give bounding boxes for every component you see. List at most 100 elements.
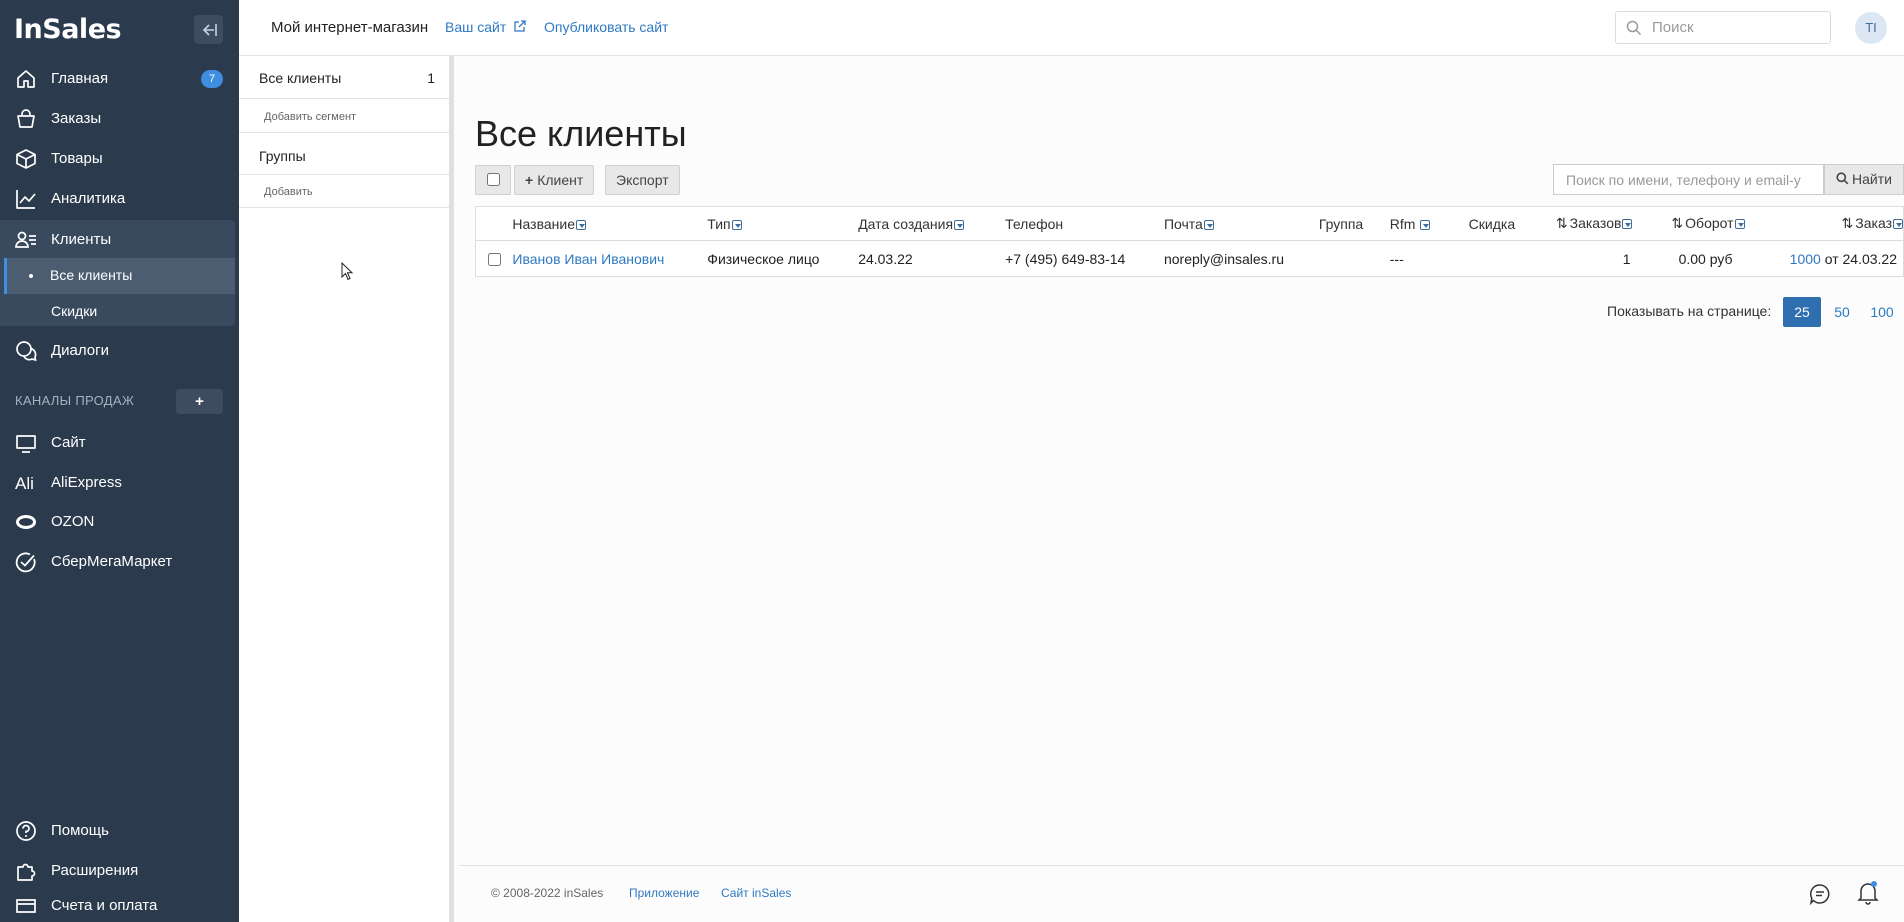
sidebar-item-site[interactable]: Сайт bbox=[0, 423, 239, 461]
row-checkbox[interactable] bbox=[487, 253, 501, 267]
chart-icon bbox=[16, 190, 36, 209]
sidebar-item-orders[interactable]: Заказы bbox=[0, 99, 239, 137]
segments-panel: Все клиенты 1 Добавить сегмент Группы До… bbox=[239, 56, 454, 922]
col-type-label: Тип bbox=[707, 215, 731, 232]
copyright: © 2008-2022 inSales bbox=[491, 886, 604, 900]
segment-label: Все клиенты bbox=[259, 70, 342, 86]
sidebar-item-analytics[interactable]: Аналитика bbox=[0, 179, 239, 217]
sidebar-item-clients[interactable]: Клиенты bbox=[0, 220, 235, 258]
bell-icon[interactable] bbox=[1857, 881, 1879, 905]
chat-icon[interactable] bbox=[1809, 883, 1831, 905]
cell-orders: 1 bbox=[1622, 250, 1631, 267]
add-group-link[interactable]: Добавить bbox=[264, 186, 313, 198]
sidebar-item-extensions[interactable]: Расширения bbox=[0, 851, 239, 889]
sidebar-item-help[interactable]: Помощь bbox=[0, 811, 239, 849]
collapse-left-icon bbox=[202, 23, 217, 36]
col-created[interactable]: Дата создания bbox=[858, 206, 1006, 241]
sidebar-item-label: Заказы bbox=[51, 109, 102, 127]
client-search-input[interactable] bbox=[1564, 171, 1814, 189]
sidebar-subitem-all-clients[interactable]: Все клиенты bbox=[4, 258, 235, 294]
add-client-label: Клиент bbox=[537, 172, 584, 188]
bag-icon bbox=[17, 109, 35, 128]
sidebar-item-dialogs[interactable]: Диалоги bbox=[0, 331, 239, 369]
cell-phone: +7 (495) 649-83-14 bbox=[1005, 250, 1126, 267]
insales-site-link[interactable]: Сайт inSales bbox=[721, 886, 791, 900]
col-orders-label: Заказов bbox=[1569, 215, 1622, 231]
client-name-link[interactable]: Иванов Иван Иванович bbox=[512, 251, 664, 267]
export-button[interactable]: Экспорт bbox=[605, 165, 680, 195]
col-type[interactable]: Тип bbox=[707, 206, 859, 241]
col-phone: Телефон bbox=[1005, 206, 1164, 241]
sidebar-subitem-label: Все клиенты bbox=[50, 267, 133, 283]
sidebar-subitem-label: Скидки bbox=[51, 303, 98, 319]
dropdown-icon[interactable] bbox=[1893, 219, 1903, 230]
col-email-label: Почта bbox=[1163, 215, 1203, 232]
cell-rfm: --- bbox=[1389, 250, 1404, 267]
sidebar-item-aliexpress[interactable]: Ali AliExpress bbox=[0, 463, 239, 501]
row-select-cell bbox=[476, 241, 513, 277]
sidebar-item-billing[interactable]: Счета и оплата bbox=[0, 891, 239, 922]
active-dot bbox=[29, 274, 33, 278]
groups-header: Группы bbox=[239, 133, 449, 175]
select-all-checkbox[interactable] bbox=[487, 173, 500, 186]
col-order[interactable]: ⇅ Заказ bbox=[1744, 206, 1904, 241]
dropdown-icon[interactable] bbox=[1734, 219, 1745, 230]
sidebar-item-label: Клиенты bbox=[51, 230, 112, 248]
svg-text:Ali: Ali bbox=[15, 474, 34, 493]
your-site-link[interactable]: Ваш сайт bbox=[445, 19, 526, 35]
app-link[interactable]: Приложение bbox=[629, 886, 699, 900]
col-discount-label: Скидка bbox=[1468, 215, 1516, 232]
dropdown-icon[interactable] bbox=[1420, 219, 1431, 230]
dropdown-icon[interactable] bbox=[1203, 219, 1214, 230]
sidebar: InSales Главная 7 Заказы Товары Аналитик… bbox=[0, 0, 239, 922]
chat-icon bbox=[16, 341, 37, 362]
col-group: Группа bbox=[1318, 206, 1390, 241]
col-orders[interactable]: ⇅ Заказов ⇅ Оборот bbox=[1546, 206, 1745, 241]
dropdown-icon[interactable] bbox=[575, 219, 586, 230]
publish-site-link[interactable]: Опубликовать сайт bbox=[544, 19, 668, 35]
global-search[interactable] bbox=[1615, 11, 1831, 44]
sidebar-item-ozon[interactable]: OZON bbox=[0, 502, 239, 540]
per-page-50[interactable]: 50 bbox=[1823, 297, 1861, 327]
add-segment-link[interactable]: Добавить сегмент bbox=[264, 111, 356, 123]
cell-type: Физическое лицо bbox=[707, 250, 820, 267]
global-search-input[interactable] bbox=[1650, 18, 1820, 37]
sort-icon[interactable]: ⇅ bbox=[1556, 215, 1568, 231]
sidebar-item-label: AliExpress bbox=[51, 473, 122, 491]
per-page-100[interactable]: 100 bbox=[1863, 297, 1901, 327]
sort-icon[interactable]: ⇅ bbox=[1671, 215, 1683, 231]
page-title: Все клиенты bbox=[475, 113, 687, 155]
avatar[interactable]: TI bbox=[1855, 12, 1887, 44]
col-rfm-label: Rfm bbox=[1389, 215, 1416, 232]
help-icon bbox=[16, 821, 36, 841]
plus-icon: + bbox=[525, 172, 534, 188]
col-rfm[interactable]: Rfm bbox=[1389, 206, 1469, 241]
add-client-button[interactable]: + Клиент bbox=[514, 165, 595, 195]
col-name[interactable]: Название bbox=[512, 206, 708, 241]
order-link[interactable]: 1000 bbox=[1790, 251, 1821, 267]
sort-icon[interactable]: ⇅ bbox=[1842, 215, 1854, 231]
segment-all-clients[interactable]: Все клиенты 1 bbox=[239, 56, 449, 99]
sidebar-subitem-discounts[interactable]: Скидки bbox=[5, 294, 235, 330]
add-channel-button[interactable]: + bbox=[176, 389, 223, 414]
groups-label: Группы bbox=[259, 148, 306, 164]
sidebar-item-home[interactable]: Главная 7 bbox=[0, 59, 239, 97]
puzzle-icon bbox=[17, 863, 36, 881]
find-button[interactable]: Найти bbox=[1824, 164, 1904, 195]
dropdown-icon[interactable] bbox=[1622, 219, 1633, 230]
sidebar-item-products[interactable]: Товары bbox=[0, 139, 239, 177]
cell-discount bbox=[1469, 241, 1547, 277]
dropdown-icon[interactable] bbox=[954, 219, 965, 230]
per-page-25[interactable]: 25 bbox=[1783, 297, 1821, 327]
order-date: от 24.03.22 bbox=[1824, 250, 1897, 267]
sidebar-item-sbermegamarket[interactable]: СберМегаМаркет bbox=[0, 542, 239, 580]
dropdown-icon[interactable] bbox=[731, 219, 742, 230]
per-page-label: Показывать на странице: bbox=[1607, 303, 1772, 319]
collapse-sidebar-button[interactable] bbox=[194, 15, 223, 44]
logo[interactable]: InSales bbox=[14, 14, 122, 45]
select-all-button[interactable] bbox=[475, 165, 511, 195]
table-row[interactable]: Иванов Иван Иванович Физическое лицо 24.… bbox=[476, 241, 1904, 277]
col-email[interactable]: Почта bbox=[1163, 206, 1319, 241]
sidebar-item-label: Счета и оплата bbox=[51, 897, 158, 914]
client-search[interactable] bbox=[1553, 164, 1824, 195]
